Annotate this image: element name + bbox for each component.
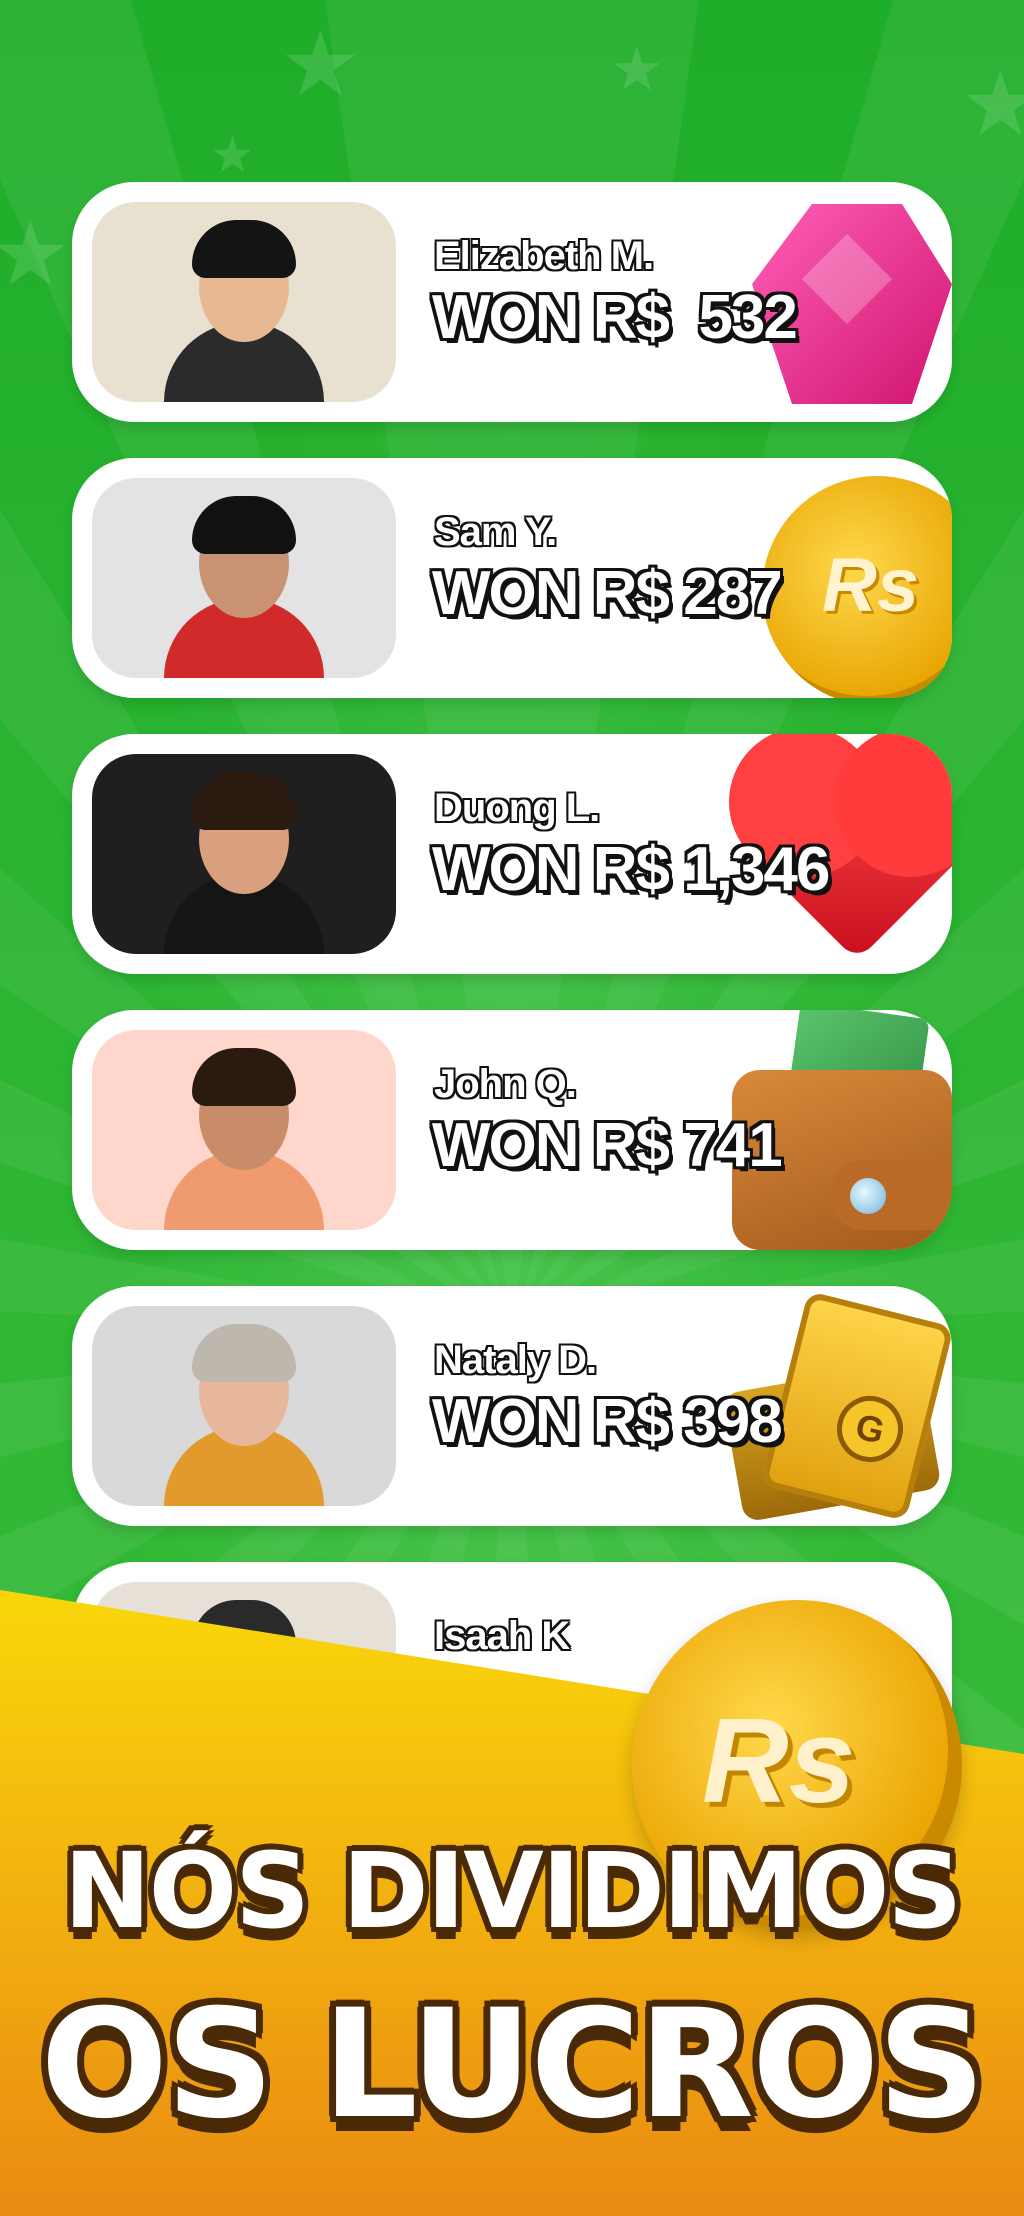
winner-name: Isaah K [434,1614,570,1658]
star-icon: ★ [610,35,664,105]
avatar [92,1306,396,1506]
avatar [92,202,396,402]
star-icon: ★ [210,126,255,184]
winner-name: Nataly D. [434,1338,597,1382]
winner-name: Duong L. [434,786,600,830]
winner-amount: WON R$ 398 [432,1387,783,1456]
headline-line-1: NÓS DIVIDIMOS [63,1830,963,1952]
winner-card: Elizabeth M. WON R$ 532 [72,182,952,422]
star-icon: ★ [0,202,71,307]
winner-name: Sam Y. [434,510,557,554]
winner-amount: WON R$ 287 [432,559,783,628]
coin-icon: Rs [762,476,952,698]
winner-name: Elizabeth M. [434,234,654,278]
star-icon: ★ [280,12,361,117]
avatar [92,478,396,678]
winner-amount: WON R$ 532 [432,283,798,352]
headline-line-2: OS LUCROS [40,1978,986,2152]
winner-card: Duong L. WON R$ 1,346 [72,734,952,974]
star-icon: ★ [960,52,1024,157]
winner-amount: WON R$ 741 [432,1111,783,1180]
avatar [92,1030,396,1230]
winner-card: G Nataly D. WON R$ 398 [72,1286,952,1526]
winner-amount: WON R$ 1,346 [432,835,830,904]
winner-card: Rs Sam Y. WON R$ 287 [72,458,952,698]
winner-card: John Q. WON R$ 741 [72,1010,952,1250]
avatar [92,754,396,954]
winner-name: John Q. [434,1062,577,1106]
